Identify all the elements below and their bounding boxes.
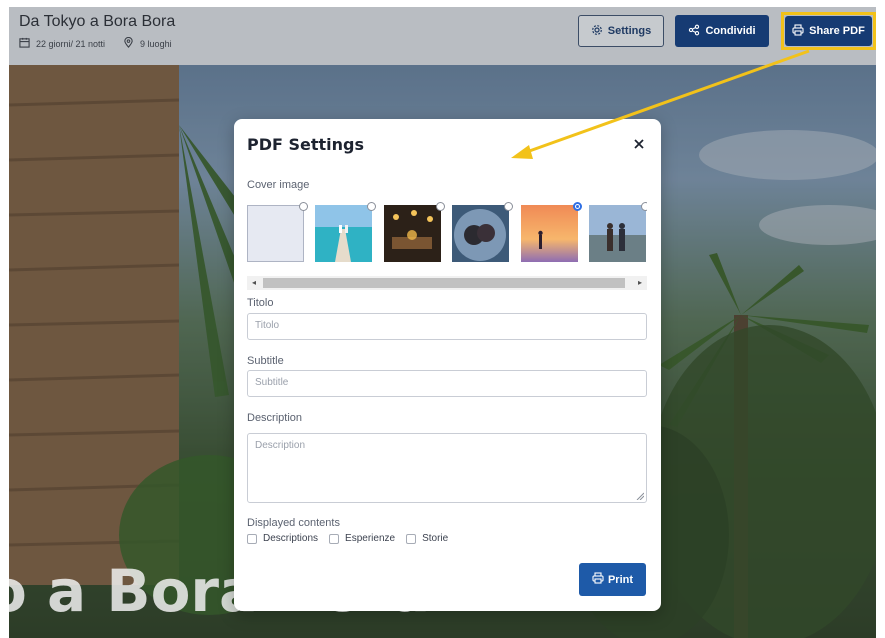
app-frame: Da Tokyo a Bora Bora 22 giorni/ 21 notti…	[9, 7, 876, 638]
annotation-arrow	[511, 49, 810, 159]
